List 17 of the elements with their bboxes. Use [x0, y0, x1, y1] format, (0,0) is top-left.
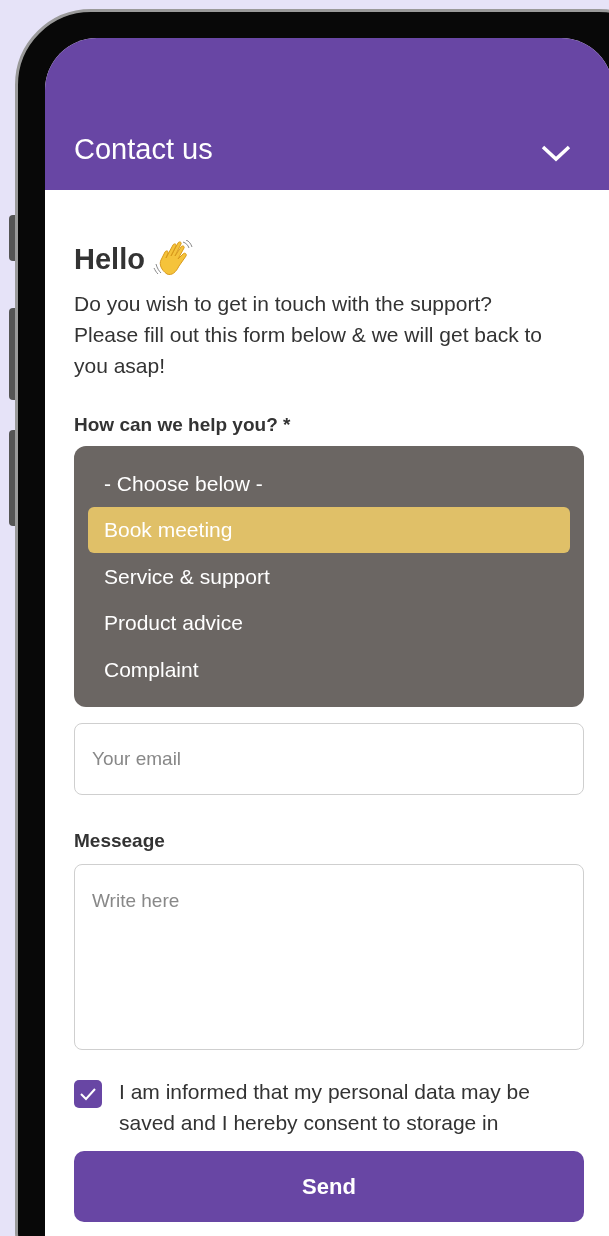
field-label: How can we help you? * — [74, 415, 292, 434]
greeting-title: Hello — [74, 244, 145, 274]
field-label: Messeage — [74, 830, 166, 850]
dropdown-option[interactable]: Service & support — [88, 553, 570, 600]
consent-text: I am informed that my personal data may be saved and I hereby consent to storage in — [119, 1079, 531, 1136]
dropdown-option[interactable]: Complaint — [88, 646, 570, 693]
dropdown-option[interactable]: Product advice — [88, 599, 570, 646]
email-field[interactable]: Your email — [74, 722, 584, 795]
header-title: Contact us — [74, 135, 213, 164]
greeting-text: Do you wish to get in touch with the support? Please fill out this form below & we will get back to you asap! — [74, 291, 544, 379]
message-field[interactable]: Write here — [74, 863, 584, 1050]
waving-hand-icon — [152, 240, 195, 278]
checkmark-icon — [79, 1086, 97, 1101]
dropdown-option[interactable]: - Choose below - — [88, 460, 570, 507]
send-button[interactable]: Send — [74, 1150, 584, 1222]
chevron-down-icon[interactable] — [541, 144, 571, 162]
consent-checkbox[interactable] — [74, 1079, 102, 1108]
